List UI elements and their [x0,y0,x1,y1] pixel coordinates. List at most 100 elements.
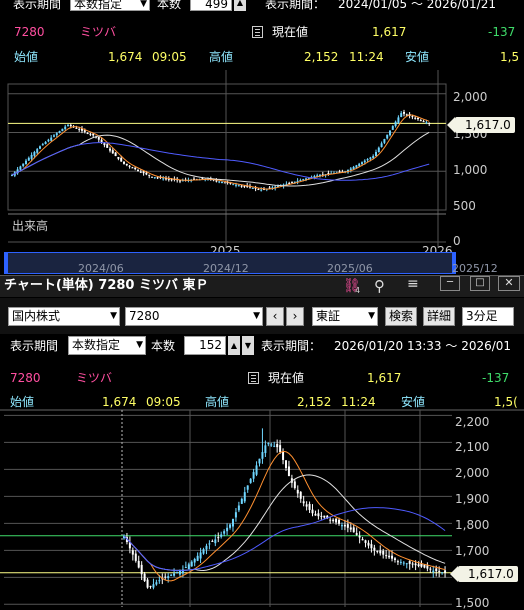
bottom-candle-body [379,550,382,554]
bottom-candle-body [358,535,361,538]
bottom-candle-body [349,527,352,530]
bottom-candle-body [332,519,335,522]
bottom-candle-body [137,560,140,568]
bottom-candle-body [152,584,155,588]
bottom-candle-body [370,544,373,549]
bottom-candle-body [167,576,170,579]
bottom-candle-body [255,465,258,475]
bottom-candle-body [276,443,279,448]
bottom-candle-body [308,503,311,510]
bottom-candle-body [335,518,338,523]
bottom-candle-body [402,562,405,564]
bottom-candle-body [373,547,376,551]
bottom-candle-body [320,515,323,517]
bottom-candle-body [149,585,152,587]
bottom-candle-body [314,513,317,516]
bottom-candle-body [287,466,290,477]
bottom-candle-body [317,513,320,517]
bottom-candle-body [399,561,402,563]
bottom-y-tick-1800: 1,800 [455,518,490,532]
bottom-y-tick-2200: 2,200 [455,415,490,429]
bottom-candle-body [411,563,414,565]
bottom-ma-mid [123,474,446,572]
bottom-candle-body [193,559,196,563]
bottom-candle-body [187,564,190,570]
bottom-y-tick-1700: 1,700 [455,544,490,558]
bottom-candle-body [414,563,417,566]
bottom-candle-body [252,472,255,479]
bottom-candle-body [423,564,426,568]
bottom-candle-body [170,574,173,576]
bottom-candle-body [338,519,341,524]
bottom-candle-body [352,527,355,533]
bottom-candle-body [211,540,214,542]
bottom-candle-body [199,552,202,559]
bottom-candle-body [214,539,217,544]
bottom-candle-body [173,573,176,576]
bottom-candle-body [405,563,408,565]
bottom-candle-body [305,504,308,507]
bottom-candle-body [393,558,396,560]
bottom-candle-body [376,550,379,552]
bottom-candle-body [178,570,181,575]
bottom-y-tick-1900: 1,900 [455,492,490,506]
bottom-candle-body [270,444,273,446]
bottom-candle-body [273,445,276,447]
bottom-candle-body [267,443,270,445]
bottom-candle-body [355,533,358,535]
bottom-candle-body [396,561,399,563]
bottom-y-tick-1500: 1,500 [455,596,490,610]
bottom-candle-body [226,527,229,532]
bottom-candle-body [264,445,267,454]
bottom-candle-body [385,555,388,557]
bottom-candle-body [329,519,332,521]
bottom-candle-body [223,531,226,534]
bottom-candle-body [441,572,444,574]
bottom-candle-body [279,445,282,452]
bottom-candle-body [432,570,435,573]
bottom-candle-body [258,458,261,464]
bottom-candle-body [435,568,438,572]
bottom-candle-body [343,524,346,527]
bottom-candle-body [382,550,385,555]
bottom-candle-body [196,555,199,561]
bottom-candle-body [299,491,302,499]
bottom-candle-body [367,542,370,546]
bottom-candle-body [361,539,364,541]
bottom-candle-body [140,564,143,575]
bottom-candle-body [220,534,223,537]
bottom-candle-body [282,451,285,460]
bottom-candle-body [202,549,205,554]
bottom-intraday-chart[interactable] [0,0,524,607]
bottom-candle-body [237,505,240,511]
bottom-candle-body [417,564,420,566]
bottom-candle-body [293,481,296,489]
bottom-candle-body [364,540,367,543]
bottom-candle-body [246,485,249,490]
bottom-candle-body [146,579,149,588]
bottom-candle-body [285,460,287,468]
bottom-candle-body [176,572,179,574]
bottom-candle-body [134,553,137,561]
bottom-candle-body [131,550,134,555]
bottom-candle-body [311,509,314,514]
bottom-candle-body [190,561,193,567]
bottom-candle-body [184,567,187,569]
bottom-candle-body [346,524,349,528]
bottom-candle-body [323,515,326,518]
bottom-candle-body [388,555,391,558]
bottom-candle-body [429,568,432,570]
bottom-candle-body [391,555,394,559]
bottom-y-tick-2000: 2,000 [455,466,490,480]
bottom-candle-body [229,524,232,528]
bottom-candle-body [261,452,264,459]
bottom-candle-body [143,573,146,581]
bottom-candles [123,428,447,590]
bottom-candle-body [243,492,246,502]
bottom-candle-body [240,498,243,504]
bottom-candle-body [249,478,252,483]
bottom-candle-body [444,570,447,573]
bottom-candle-body [408,561,411,564]
bottom-candle-body [426,565,429,569]
bottom-last-price-tag: 1,617.0 [450,566,518,582]
